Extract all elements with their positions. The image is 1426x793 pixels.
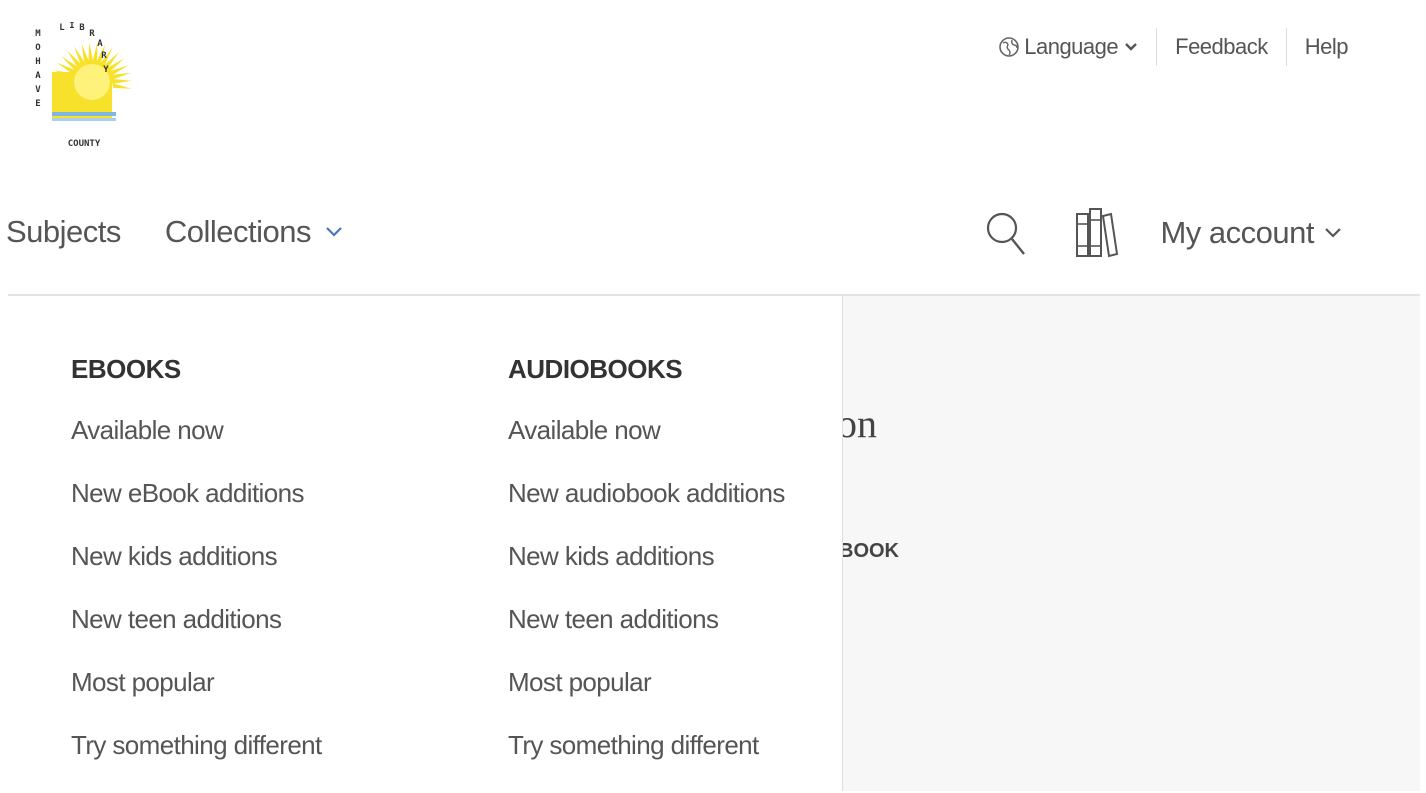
ebooks-list: Available now New eBook additions New ki… — [71, 415, 322, 793]
logo-letter-top: B — [79, 23, 85, 33]
audiobooks-available-now-link[interactable]: Available now — [508, 415, 785, 478]
ebooks-new-additions-link[interactable]: New eBook additions — [71, 478, 322, 541]
library-logo[interactable]: M O H A V E L I B R A R Y COUNTY — [34, 22, 134, 150]
logo-letter-left: H — [35, 57, 40, 67]
background-title-fragment: on — [843, 401, 877, 446]
logo-letter-left: E — [35, 99, 40, 109]
subjects-link[interactable]: Subjects — [6, 214, 121, 250]
background-label-fragment: BOOK — [842, 540, 899, 562]
language-menu[interactable]: Language — [980, 28, 1156, 66]
audiobooks-heading: AUDIOBOOKS — [508, 354, 683, 384]
logo-letter-top: L — [59, 23, 65, 33]
collections-label: Collections — [164, 214, 312, 249]
chevron-down-icon — [326, 227, 342, 237]
collections-menu[interactable]: Collections — [165, 214, 343, 250]
globe-icon — [999, 37, 1020, 57]
ebooks-try-different-link[interactable]: Try something different — [71, 730, 322, 793]
ebooks-new-kids-link[interactable]: New kids additions — [71, 541, 322, 604]
search-button[interactable] — [984, 208, 1028, 258]
logo-letter-top: Y — [103, 65, 109, 75]
subjects-label: Subjects — [6, 214, 121, 249]
collections-dropdown: EBOOKS Available now New eBook additions… — [8, 296, 842, 791]
language-label: Language — [1024, 34, 1119, 59]
help-label: Help — [1304, 34, 1349, 59]
ebooks-new-teen-link[interactable]: New teen additions — [71, 604, 322, 667]
audiobooks-new-additions-link[interactable]: New audiobook additions — [508, 478, 785, 541]
bookshelf-button[interactable] — [1074, 206, 1119, 260]
ebooks-heading: EBOOKS — [71, 354, 181, 384]
sun-graphic — [52, 42, 132, 120]
chevron-down-icon — [1125, 43, 1137, 51]
ebooks-most-popular-link[interactable]: Most popular — [71, 667, 322, 730]
utility-nav: Language Feedback Help — [980, 28, 1366, 66]
main-nav-actions: My account — [984, 206, 1342, 260]
ebooks-available-now-link[interactable]: Available now — [71, 415, 322, 478]
main-nav: Subjects Collections My account — [0, 200, 1426, 272]
logo-letter-top: R — [101, 51, 107, 61]
audiobooks-list: Available now New audiobook additions Ne… — [508, 415, 785, 793]
audiobooks-column: AUDIOBOOKS Available now New audiobook a… — [508, 354, 785, 793]
logo-word-bottom: COUNTY — [68, 139, 101, 149]
bookshelf-icon — [1076, 208, 1119, 258]
logo-letter-left: V — [35, 85, 41, 95]
my-account-menu[interactable]: My account — [1160, 215, 1342, 251]
background-content: on BOOK — [842, 296, 1420, 791]
feedback-label: Feedback — [1175, 34, 1268, 59]
main-nav-links: Subjects Collections — [6, 214, 343, 250]
logo-letter-top: I — [69, 22, 74, 31]
logo-letter-top: R — [89, 29, 95, 39]
audiobooks-most-popular-link[interactable]: Most popular — [508, 667, 785, 730]
chevron-down-icon — [1325, 228, 1341, 238]
logo-letter-left: O — [35, 43, 41, 53]
help-link[interactable]: Help — [1285, 28, 1366, 66]
logo-letter-left: M — [35, 29, 41, 39]
ebooks-column: EBOOKS Available now New eBook additions… — [71, 354, 322, 793]
audiobooks-try-different-link[interactable]: Try something different — [508, 730, 785, 793]
audiobooks-new-teen-link[interactable]: New teen additions — [508, 604, 785, 667]
audiobooks-new-kids-link[interactable]: New kids additions — [508, 541, 785, 604]
feedback-link[interactable]: Feedback — [1156, 28, 1286, 66]
library-logo-mark: MOHAVEL I BRARYCOUNTY — [35, 22, 132, 149]
logo-letter-top: A — [97, 39, 103, 49]
my-account-label: My account — [1160, 215, 1314, 250]
search-icon — [987, 212, 1026, 255]
logo-letter-left: A — [35, 71, 41, 81]
